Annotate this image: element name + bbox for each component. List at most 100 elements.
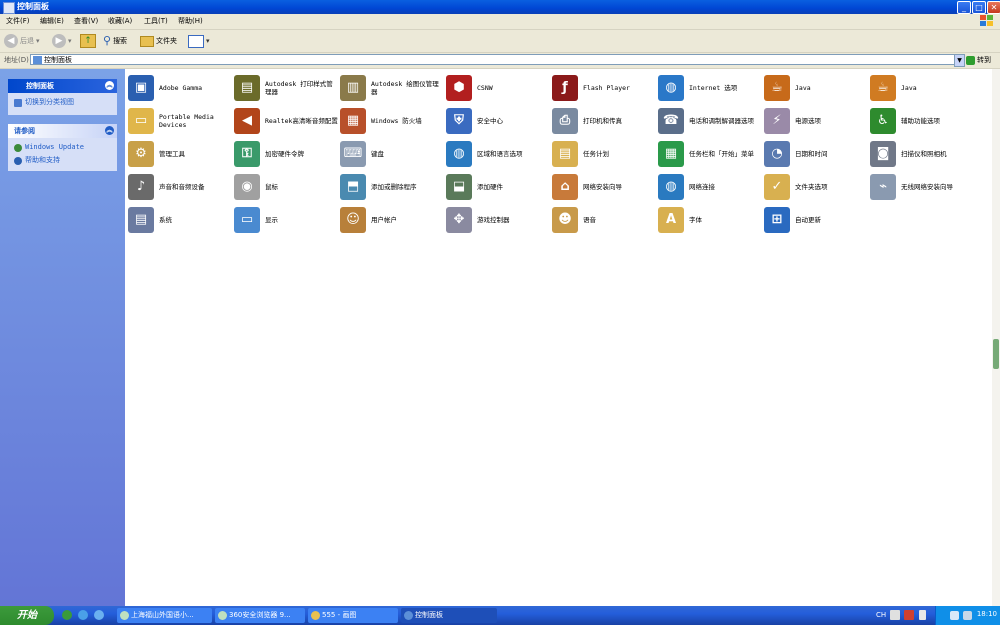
- item-label: Portable Media Devices: [159, 112, 214, 129]
- control-panel-item[interactable]: ☕ Java: [764, 71, 870, 104]
- windows-update-link[interactable]: Windows Update: [8, 138, 117, 154]
- control-panel-item[interactable]: ☻ 语音: [552, 203, 658, 236]
- title-bar[interactable]: 控制面板 _ □ ✕: [0, 0, 1000, 14]
- control-panel-item[interactable]: ⬒ 添加或删除程序: [340, 170, 446, 203]
- item-label: 声音和音频设备: [159, 182, 205, 191]
- forward-arrow-icon: ▶: [52, 34, 66, 48]
- address-dropdown-button[interactable]: ▼: [954, 54, 965, 67]
- control-panel-item[interactable]: ⚡ 电源选项: [764, 104, 870, 137]
- control-panel-item[interactable]: ⚿ 加密硬件令牌: [234, 137, 340, 170]
- item-icon: ▤: [128, 206, 154, 233]
- item-label: 打印机和传真: [583, 116, 622, 125]
- item-icon: ♪: [128, 173, 154, 200]
- control-panel-item[interactable]: ◙ 扫描仪和照相机: [870, 137, 976, 170]
- item-label: 键盘: [371, 149, 384, 158]
- folders-button[interactable]: 文件夹: [140, 33, 177, 49]
- control-panel-item[interactable]: ⊞ 自动更新: [764, 203, 870, 236]
- back-button[interactable]: ◀ 后退 ▾: [4, 33, 40, 49]
- control-panel-item[interactable]: ⚙ 管理工具: [128, 137, 234, 170]
- see-also-header[interactable]: 请参阅 ︽: [8, 124, 117, 138]
- quicklaunch-360-icon[interactable]: [62, 610, 72, 620]
- scroll-thumb[interactable]: [993, 339, 999, 369]
- control-panel-icon: [33, 56, 42, 64]
- vertical-scrollbar[interactable]: [992, 69, 1000, 606]
- switch-to-category-view-link[interactable]: 切换到分类视图: [8, 93, 117, 115]
- menu-help[interactable]: 帮助(H): [178, 16, 203, 27]
- control-panel-item[interactable]: ◍ 网络连接: [658, 170, 764, 203]
- minimize-button[interactable]: _: [957, 1, 971, 14]
- item-label: Java: [795, 83, 811, 92]
- control-panel-item[interactable]: ☺ 用户帐户: [340, 203, 446, 236]
- control-panel-item[interactable]: ▤ 系统: [128, 203, 234, 236]
- help-and-support-link[interactable]: 帮助和支持: [8, 154, 117, 171]
- menu-favorites[interactable]: 收藏(A): [108, 16, 132, 27]
- control-panel-item[interactable]: ▦ Windows 防火墙: [340, 104, 446, 137]
- taskbar-item-paint[interactable]: 555 - 画图: [308, 608, 398, 623]
- control-panel-box-header[interactable]: 控制面板 ︽: [8, 79, 117, 93]
- menu-edit[interactable]: 编辑(E): [40, 16, 64, 27]
- control-panel-item[interactable]: ⬓ 添加硬件: [446, 170, 552, 203]
- control-panel-item[interactable]: ▣ Adobe Gamma: [128, 71, 234, 104]
- control-panel-item[interactable]: ⛨ 安全中心: [446, 104, 552, 137]
- views-icon: [188, 34, 204, 48]
- item-label: Realtek高清晰音频配置: [265, 116, 338, 125]
- item-icon: ▭: [234, 206, 260, 233]
- language-indicator[interactable]: CH: [876, 609, 886, 622]
- control-panel-item[interactable]: ◀ Realtek高清晰音频配置: [234, 104, 340, 137]
- control-panel-item[interactable]: ▤ 任务计划: [552, 137, 658, 170]
- control-panel-item[interactable]: ⎙ 打印机和传真: [552, 104, 658, 137]
- views-button[interactable]: ▾: [188, 33, 210, 49]
- item-icon: ▦: [658, 140, 684, 167]
- control-panel-item[interactable]: ◔ 日期和时间: [764, 137, 870, 170]
- search-button[interactable]: ⚲ 搜索: [103, 33, 127, 49]
- control-panel-item[interactable]: ▥ Autodesk 绘图仪管理器: [340, 71, 446, 104]
- control-panel-item[interactable]: ⌨ 键盘: [340, 137, 446, 170]
- maximize-button[interactable]: □: [972, 1, 986, 14]
- menu-file[interactable]: 文件(F): [6, 16, 30, 27]
- item-label: Internet 选项: [689, 83, 738, 92]
- quicklaunch-browser-icon[interactable]: [94, 610, 104, 620]
- go-button[interactable]: 转到: [966, 54, 996, 66]
- start-button[interactable]: 开始: [0, 606, 54, 625]
- control-panel-item[interactable]: ♿ 辅助功能选项: [870, 104, 976, 137]
- taskbar-item-360-browser[interactable]: 360安全浏览器 9...: [215, 608, 305, 623]
- collapse-chevron-icon[interactable]: ︽: [105, 126, 114, 135]
- item-icon: ☻: [552, 206, 578, 233]
- up-folder-button[interactable]: ↑: [80, 33, 96, 49]
- item-icon: ⊞: [764, 206, 790, 233]
- control-panel-item[interactable]: ⬢ CSNW: [446, 71, 552, 104]
- control-panel-item[interactable]: ▤ Autodesk 打印样式管理器: [234, 71, 340, 104]
- go-arrow-icon: [966, 55, 975, 65]
- taskbar-item-control-panel[interactable]: 控制面板: [401, 608, 497, 623]
- close-button[interactable]: ✕: [987, 1, 1000, 14]
- tray-expand-icon[interactable]: [919, 610, 926, 620]
- control-panel-item[interactable]: A 字体: [658, 203, 764, 236]
- ime-icon[interactable]: [890, 610, 900, 620]
- volume-icon[interactable]: [963, 611, 972, 620]
- item-icon: ☺: [340, 206, 366, 233]
- control-panel-item[interactable]: ✥ 游戏控制器: [446, 203, 552, 236]
- taskbar-item-school[interactable]: 上海福山外国语小...: [117, 608, 212, 623]
- control-panel-item[interactable]: ☎ 电话和调制解调器选项: [658, 104, 764, 137]
- control-panel-item[interactable]: ▦ 任务栏和「开始」菜单: [658, 137, 764, 170]
- security-shield-icon[interactable]: [950, 611, 959, 620]
- forward-button[interactable]: ▶ ▾: [52, 33, 72, 49]
- control-panel-item[interactable]: ☕ Java: [870, 71, 976, 104]
- menu-tools[interactable]: 工具(T): [144, 16, 168, 27]
- tray-app-icon[interactable]: [904, 610, 914, 620]
- quicklaunch-ie-icon[interactable]: [78, 610, 88, 620]
- see-also-box: 请参阅 ︽ Windows Update 帮助和支持: [8, 124, 117, 171]
- address-input[interactable]: 控制面板: [30, 54, 962, 65]
- control-panel-item[interactable]: ✓ 文件夹选项: [764, 170, 870, 203]
- control-panel-item[interactable]: ▭ 显示: [234, 203, 340, 236]
- menu-view[interactable]: 查看(V): [74, 16, 98, 27]
- control-panel-item[interactable]: ▭ Portable Media Devices: [128, 104, 234, 137]
- control-panel-item[interactable]: ƒ Flash Player: [552, 71, 658, 104]
- control-panel-item[interactable]: ◍ Internet 选项: [658, 71, 764, 104]
- control-panel-item[interactable]: ⌁ 无线网络安装向导: [870, 170, 976, 203]
- control-panel-item[interactable]: ♪ 声音和音频设备: [128, 170, 234, 203]
- control-panel-item[interactable]: ◉ 鼠标: [234, 170, 340, 203]
- collapse-chevron-icon[interactable]: ︽: [105, 81, 114, 90]
- control-panel-item[interactable]: ◍ 区域和语言选项: [446, 137, 552, 170]
- control-panel-item[interactable]: ⌂ 网络安装向导: [552, 170, 658, 203]
